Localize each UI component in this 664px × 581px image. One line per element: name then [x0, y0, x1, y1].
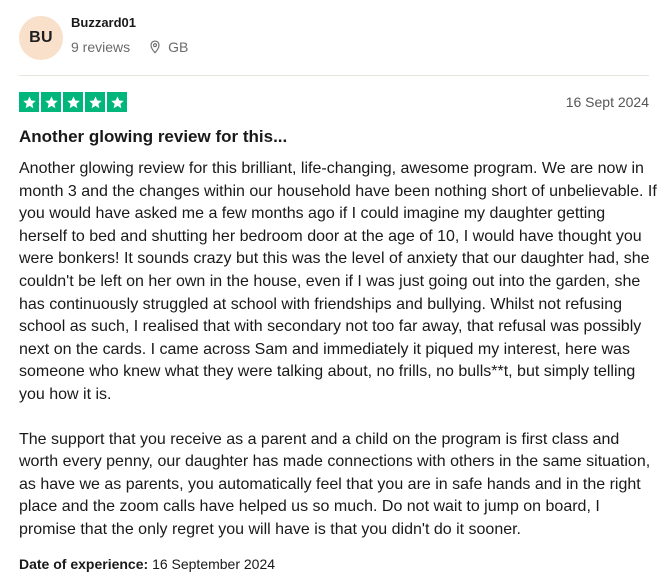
star-rating: [19, 92, 127, 112]
reviewer-country: GB: [168, 39, 189, 55]
star-icon: [41, 92, 61, 112]
review-card: BU Buzzard01 9 reviews GB 16 Sept 2024 A…: [0, 0, 664, 581]
star-icon: [85, 92, 105, 112]
avatar[interactable]: BU: [19, 16, 63, 60]
header-divider: [19, 75, 649, 76]
star-icon: [63, 92, 83, 112]
experience-date: 16 September 2024: [152, 556, 276, 572]
experience-label: Date of experience:: [19, 556, 149, 572]
review-body: Another glowing review for this brillian…: [19, 158, 657, 542]
review-paragraph: The support that you receive as a parent…: [19, 430, 651, 538]
reviewer-meta: Buzzard01 9 reviews GB: [71, 15, 188, 55]
location-pin-icon: [150, 40, 160, 54]
review-paragraph: Another glowing review for this brillian…: [19, 160, 657, 403]
reviewer-name[interactable]: Buzzard01: [71, 15, 188, 31]
star-icon: [19, 92, 39, 112]
review-date: 16 Sept 2024: [565, 94, 649, 110]
reviewer-stats: 9 reviews GB: [71, 39, 188, 55]
review-title[interactable]: Another glowing review for this...: [19, 126, 649, 148]
star-icon: [107, 92, 127, 112]
rating-row: 16 Sept 2024: [19, 92, 649, 112]
reviewer-location: GB: [148, 39, 188, 55]
reviewer-header: BU Buzzard01 9 reviews GB: [19, 15, 188, 61]
reviews-count: 9 reviews: [71, 39, 131, 55]
date-of-experience: Date of experience: 16 September 2024: [19, 556, 275, 572]
